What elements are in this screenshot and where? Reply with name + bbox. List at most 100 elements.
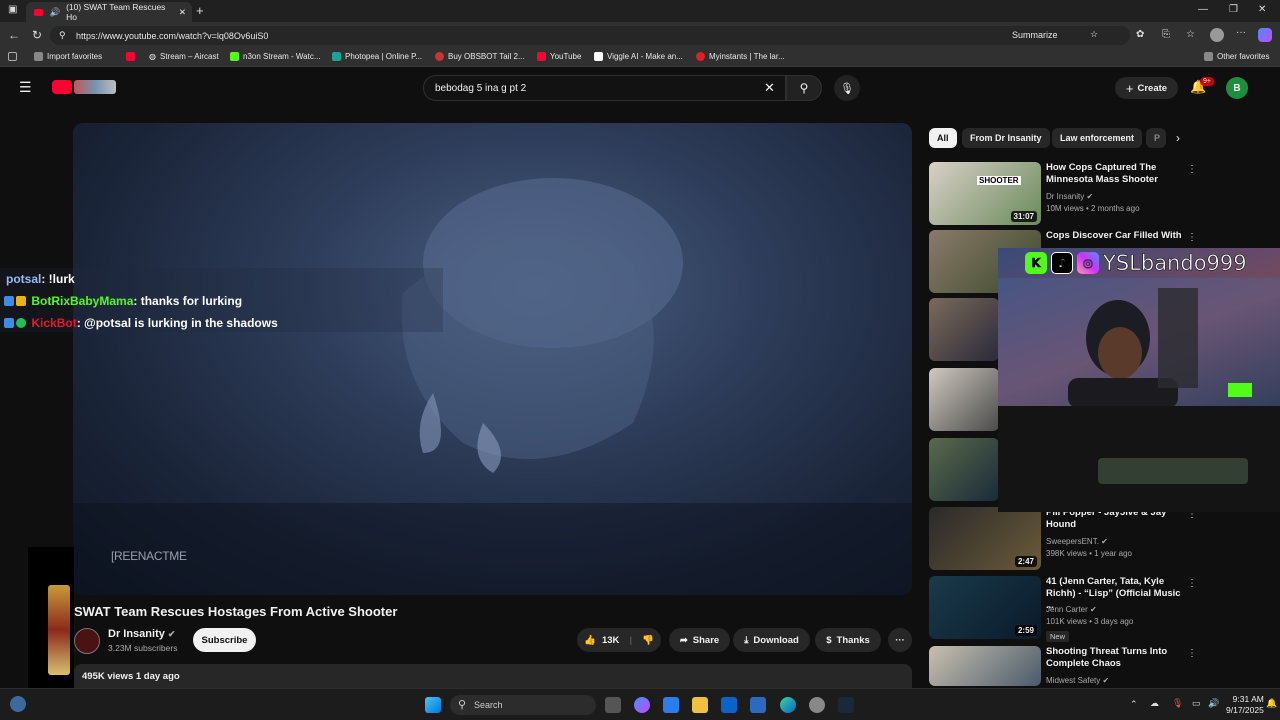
webcam-overlay [998,248,1280,512]
notification-center-icon[interactable]: 🔔 [1266,698,1277,709]
task-view-icon[interactable] [605,697,621,713]
description-box[interactable]: 495K views 1 day ago [74,664,912,688]
fav-item-0[interactable]: Import favorites [34,52,102,61]
volume-icon[interactable]: 🔊 [1208,698,1219,709]
refresh-icon[interactable]: ↻ [32,28,42,42]
kebab-menu-icon[interactable]: ⋮ [1187,232,1197,243]
close-tab-icon[interactable]: ✕ [179,7,186,18]
rec-title: Shooting Threat Turns Into Complete Chao… [1046,646,1168,669]
collections-icon[interactable]: ⎘ [1162,29,1170,40]
back-icon[interactable]: ← [8,28,20,42]
minimize-icon[interactable]: — [1198,4,1208,15]
fav-item-1[interactable]: ◍ Stream – Aircast [126,52,219,61]
steam-icon[interactable] [838,697,854,713]
taskbar-search-placeholder: Search [474,700,503,710]
tray-overflow-icon[interactable]: ⌃ [1130,699,1138,710]
chip-more[interactable]: P [1146,128,1166,148]
new-tab-icon[interactable]: + [196,3,204,18]
outlook-icon[interactable] [721,697,737,713]
extensions-icon[interactable]: ✿ [1136,29,1144,40]
video-thumbnail[interactable]: 2:59 [929,576,1041,639]
favorite-star-icon[interactable]: ☆ [1090,29,1098,40]
video-thumbnail[interactable] [929,368,999,431]
share-button[interactable]: ➦ Share [669,628,730,652]
close-window-icon[interactable]: ✕ [1258,4,1266,15]
kebab-menu-icon[interactable]: ⋮ [1187,648,1197,659]
video-thumbnail[interactable]: 2:47 [929,507,1041,570]
kebab-menu-icon[interactable]: ⋮ [1187,578,1197,589]
recommendation-3[interactable]: 2:59 41 (Jenn Carter, Tata, Kyle Richh) … [929,576,1197,642]
taskbar-clock[interactable]: 9:31 AM 9/17/2025 [1226,694,1264,716]
recommendation-2[interactable]: 2:47 Pill Popper - Jay5ive & Jay Hound S… [929,507,1197,571]
maximize-icon[interactable]: ❐ [1229,4,1238,15]
subscribe-button[interactable]: Subscribe [193,628,256,652]
voice-search-button[interactable]: 🎙 [834,75,860,101]
recommendation-0[interactable]: SHOOTER 31:07 How Cops Captured The Minn… [929,162,1197,226]
edge-icon[interactable] [780,697,796,713]
fav-item-3[interactable]: Photopea | Online P... [332,52,422,61]
chip-from-channel[interactable]: From Dr Insanity [962,128,1050,148]
rec-meta: 10M views • 2 months ago [1046,204,1140,213]
thumbs-down-icon[interactable]: 👎 [642,635,654,646]
summarize-label[interactable]: Summarize [1012,30,1058,40]
recommendation-4[interactable]: Shooting Threat Turns Into Complete Chao… [929,646,1197,688]
video-player[interactable]: [REENACTME [73,123,912,595]
channel-name[interactable]: Dr Insanity ✔ [108,628,175,640]
file-explorer-icon[interactable] [692,697,708,713]
clear-search-icon[interactable]: ✕ [764,80,775,96]
more-menu-icon[interactable]: ··· [1236,27,1246,38]
store-icon[interactable] [663,697,679,713]
video-thumbnail[interactable]: SHOOTER 31:07 [929,162,1041,225]
fav-item-7[interactable]: Myinstants | The lar... [696,52,785,61]
chip-all[interactable]: All [929,128,957,148]
copilot-icon[interactable] [1258,28,1272,42]
network-icon[interactable]: ▭ [1192,698,1201,709]
webcam-figure [998,278,1280,512]
speaker-icon[interactable]: 🔊 [49,7,60,18]
chat-username: potsal [6,272,42,286]
fav-item-4[interactable]: Buy OBSBOT Tail 2... [435,52,525,61]
weather-widget-icon[interactable] [10,696,26,712]
url-field[interactable]: ⚲ https://www.youtube.com/watch?v=lq08Ov… [50,26,1130,45]
create-button[interactable]: + Create [1115,77,1178,99]
thanks-icon: $ [826,634,832,646]
chip-law-enforcement[interactable]: Law enforcement [1052,128,1143,148]
tab-actions-icon[interactable]: ▣ [8,4,17,15]
youtube-doodle-logo[interactable] [74,80,116,94]
obs-icon[interactable] [809,697,825,713]
site-info-icon[interactable]: ⚲ [59,30,66,41]
photos-icon[interactable] [750,697,766,713]
video-thumbnail[interactable] [929,438,999,501]
notification-count-badge: 9+ [1200,77,1214,86]
taskbar-search-input[interactable]: ⚲ Search [450,695,596,715]
favorites-bar: Import favorites ◍ Stream – Aircast n3on … [0,49,1280,67]
fav-item-2[interactable]: n3on Stream - Watc... [230,52,321,61]
chevron-right-icon[interactable]: › [1176,131,1180,145]
thumbs-up-icon: 👍 [584,634,596,646]
fav-item-5[interactable]: YouTube [537,52,581,61]
fav-item-6[interactable]: Viggle AI - Make an... [594,52,683,61]
video-thumbnail[interactable] [929,646,1041,686]
kebab-menu-icon[interactable]: ⋮ [1187,164,1197,175]
video-thumbnail[interactable] [929,298,999,361]
other-favorites[interactable]: Other favorites [1204,52,1269,61]
like-button[interactable]: 👍 13K [584,635,619,646]
hamburger-menu-icon[interactable]: ☰ [19,79,32,96]
verified-check-icon: ✔ [1086,192,1094,201]
account-avatar[interactable]: B [1226,77,1248,99]
profile-icon[interactable] [1210,28,1224,42]
search-button[interactable]: ⚲ [786,75,822,101]
mic-tray-icon[interactable]: 🎙 [1172,698,1183,709]
channel-avatar[interactable] [74,628,100,654]
cloud-icon[interactable]: ☁ [1150,698,1159,709]
search-input[interactable]: bebodag 5 ina g pt 2 ✕ [423,75,786,101]
windows-start-icon[interactable] [425,697,441,713]
copilot-taskbar-icon[interactable] [634,697,650,713]
favorites-icon[interactable]: ☆ [1186,29,1195,40]
browser-tab[interactable]: 🔊 (10) SWAT Team Rescues Ho ✕ [26,2,192,22]
fav-tab-icon[interactable] [8,52,17,61]
youtube-logo-icon[interactable] [52,80,72,94]
download-button[interactable]: ⤓ Download [733,628,810,652]
thanks-button[interactable]: $ Thanks [815,628,881,652]
more-actions-button[interactable]: ··· [888,628,912,652]
